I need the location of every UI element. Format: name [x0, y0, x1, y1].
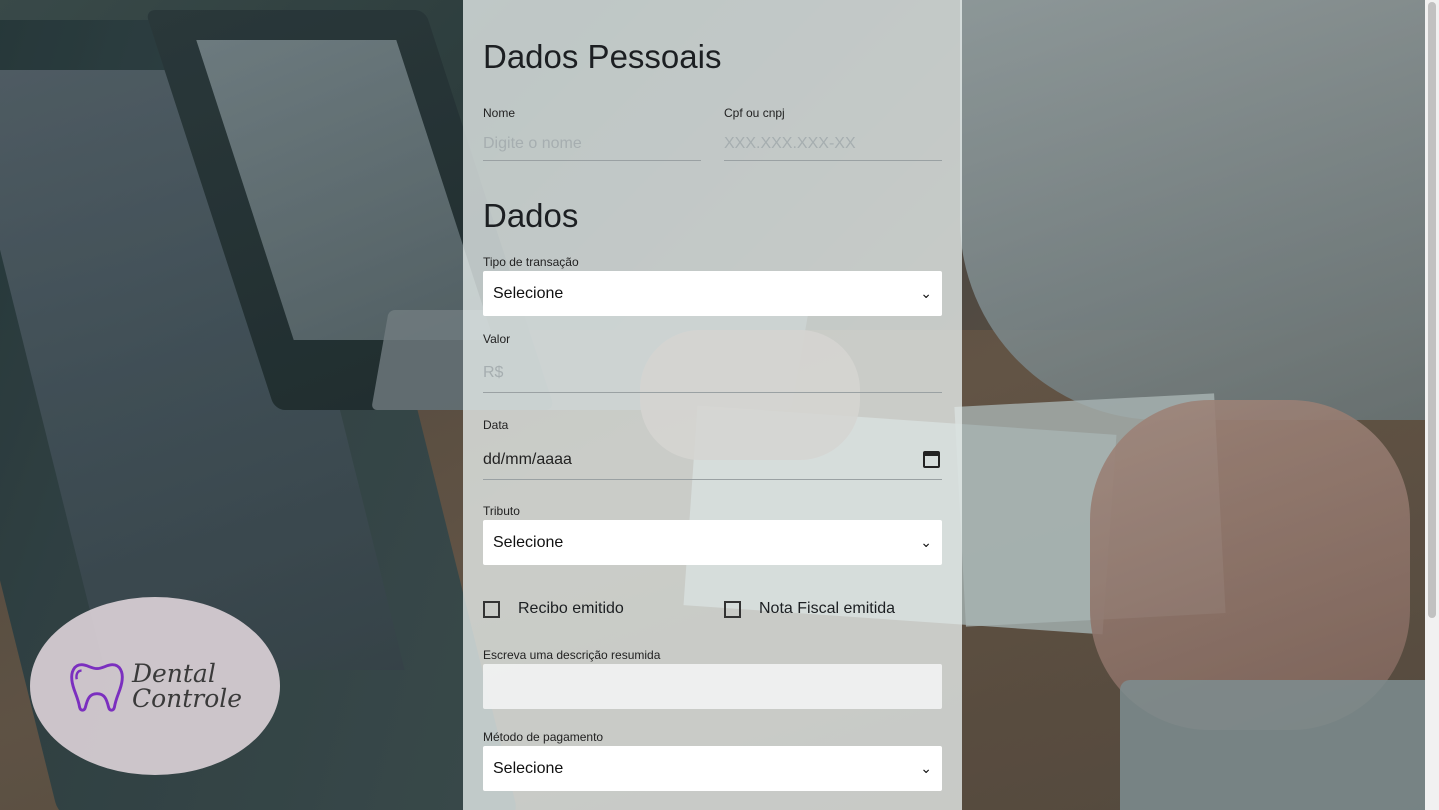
section-title-personal: Dados Pessoais — [483, 38, 722, 75]
value-input[interactable] — [483, 354, 942, 393]
chevron-down-icon: ⌄ — [920, 760, 932, 776]
checkbox-box[interactable] — [483, 600, 500, 618]
tribute-select[interactable]: Selecione ⌄ — [483, 520, 942, 565]
page-scrollbar[interactable] — [1425, 0, 1439, 810]
form-panel: Dados Pessoais Nome Cpf ou cnpj Dados Ti… — [463, 0, 962, 810]
invoice-checkbox[interactable]: Nota Fiscal emitida — [724, 600, 895, 618]
document-input[interactable] — [724, 127, 942, 161]
tooth-icon — [70, 663, 124, 712]
description-textarea[interactable] — [483, 664, 942, 709]
date-input[interactable]: dd/mm/aaaa — [483, 440, 942, 480]
receipt-checkbox[interactable]: Recibo emitido — [483, 600, 624, 618]
receipt-checkbox-label: Recibo emitido — [518, 600, 624, 617]
dental-controle-logo: Dental Controle — [30, 597, 280, 775]
value-label: Valor — [483, 332, 511, 346]
transaction-type-value: Selecione — [493, 284, 564, 302]
date-label: Data — [483, 418, 509, 432]
document-label: Cpf ou cnpj — [724, 106, 785, 120]
chevron-down-icon: ⌄ — [920, 534, 932, 550]
checkbox-box[interactable] — [724, 600, 741, 618]
transaction-type-label: Tipo de transação — [483, 255, 579, 269]
name-input[interactable] — [483, 127, 701, 161]
scrollbar-thumb[interactable] — [1428, 2, 1436, 618]
description-label: Escreva uma descrição resumida — [483, 648, 661, 662]
logo-line-2: Controle — [131, 684, 243, 713]
tribute-label: Tributo — [483, 504, 520, 518]
payment-method-select[interactable]: Selecione ⌄ — [483, 746, 942, 791]
transaction-type-select[interactable]: Selecione ⌄ — [483, 271, 942, 316]
chevron-down-icon: ⌄ — [920, 285, 932, 301]
date-placeholder: dd/mm/aaaa — [483, 450, 572, 468]
payment-method-label: Método de pagamento — [483, 730, 604, 744]
logo-wordmark: Dental Controle — [132, 661, 242, 711]
payment-method-value: Selecione — [493, 759, 564, 777]
calendar-icon[interactable] — [923, 451, 940, 468]
tribute-value: Selecione — [493, 533, 564, 551]
invoice-checkbox-label: Nota Fiscal emitida — [759, 600, 896, 617]
section-title-data: Dados — [483, 197, 579, 234]
logo-line-1: Dental — [131, 659, 216, 688]
name-label: Nome — [483, 106, 516, 120]
